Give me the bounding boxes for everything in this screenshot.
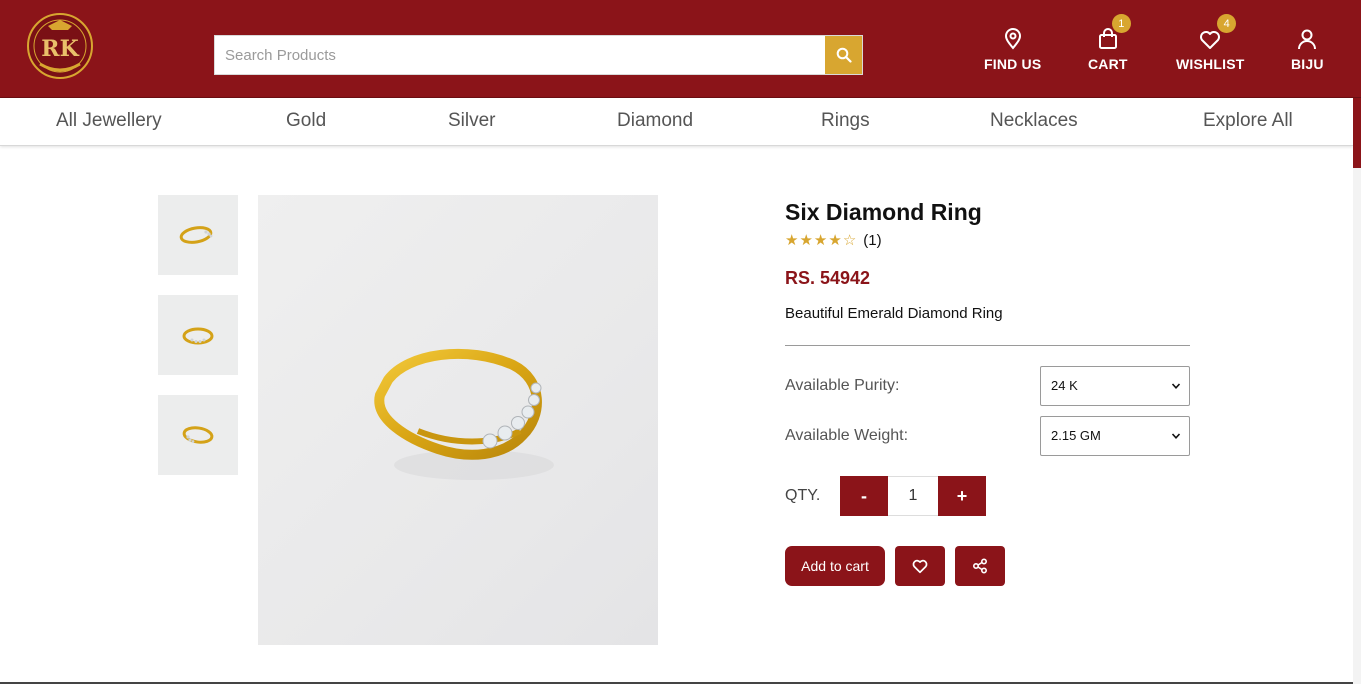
nav-item-rings[interactable]: Rings bbox=[821, 110, 870, 132]
star-filled-icon: ★ bbox=[828, 231, 842, 249]
purity-select[interactable]: 24 K bbox=[1040, 366, 1190, 406]
product-thumbnail-2[interactable] bbox=[158, 295, 238, 375]
category-nav: All Jewellery Gold Silver Diamond Rings … bbox=[0, 98, 1353, 146]
search-bar bbox=[214, 35, 863, 75]
wishlist-count-badge: 4 bbox=[1217, 14, 1237, 33]
product-description: Beautiful Emerald Diamond Ring bbox=[785, 305, 1003, 322]
location-pin-icon bbox=[1004, 28, 1021, 50]
search-icon bbox=[836, 47, 852, 63]
scrollbar-thumb[interactable] bbox=[1353, 98, 1361, 168]
site-header: RK FIND US 1 CART bbox=[0, 0, 1361, 98]
add-to-wishlist-button[interactable] bbox=[895, 546, 945, 586]
weight-selected-value: 2.15 GM bbox=[1051, 428, 1101, 443]
account-label: BIJU bbox=[1291, 56, 1324, 72]
star-filled-icon: ★ bbox=[785, 231, 799, 249]
chevron-down-icon bbox=[1171, 433, 1181, 439]
rating-count: (1) bbox=[863, 232, 882, 249]
heart-icon bbox=[912, 559, 928, 573]
cart-label: CART bbox=[1088, 56, 1128, 72]
product-rating: ★ ★ ★ ★ ☆ (1) bbox=[785, 231, 882, 250]
wishlist-label: WISHLIST bbox=[1176, 56, 1245, 72]
ring-thumbnail-image bbox=[182, 327, 214, 345]
search-input[interactable] bbox=[215, 36, 827, 74]
nav-item-necklaces[interactable]: Necklaces bbox=[990, 110, 1078, 132]
ring-thumbnail-image bbox=[179, 226, 213, 244]
user-icon bbox=[1298, 29, 1317, 50]
nav-item-silver[interactable]: Silver bbox=[448, 110, 496, 132]
ring-main-image bbox=[374, 348, 554, 480]
nav-item-explore-all[interactable]: Explore All bbox=[1203, 110, 1293, 132]
quantity-decrement-button[interactable]: - bbox=[840, 476, 888, 516]
scrollbar-track[interactable] bbox=[1353, 98, 1361, 684]
weight-select[interactable]: 2.15 GM bbox=[1040, 416, 1190, 456]
cart-count-badge: 1 bbox=[1111, 14, 1131, 33]
purity-selected-value: 24 K bbox=[1051, 378, 1078, 393]
find-us-label: FIND US bbox=[984, 56, 1042, 72]
star-empty-icon: ☆ bbox=[842, 231, 857, 249]
quantity-label: QTY. bbox=[785, 487, 821, 504]
brand-logo[interactable]: RK bbox=[26, 12, 94, 80]
account-button[interactable]: BIJU bbox=[1291, 24, 1324, 72]
cart-button[interactable]: 1 CART bbox=[1088, 14, 1131, 72]
add-to-cart-button[interactable]: Add to cart bbox=[785, 546, 885, 586]
nav-item-diamond[interactable]: Diamond bbox=[617, 110, 693, 132]
share-icon bbox=[972, 558, 988, 574]
star-filled-icon: ★ bbox=[813, 231, 828, 249]
search-button[interactable] bbox=[825, 36, 862, 74]
chevron-down-icon bbox=[1171, 383, 1181, 389]
shopping-bag-icon bbox=[1098, 28, 1117, 49]
star-filled-icon: ★ bbox=[799, 231, 813, 249]
quantity-increment-button[interactable]: + bbox=[938, 476, 986, 516]
product-price: RS. 54942 bbox=[785, 268, 871, 288]
wishlist-button[interactable]: 4 WISHLIST bbox=[1176, 14, 1245, 72]
logo-lettering: RK bbox=[41, 36, 79, 62]
quantity-input[interactable]: 1 bbox=[888, 476, 938, 516]
find-us-button[interactable]: FIND US bbox=[984, 24, 1041, 72]
weight-label: Available Weight: bbox=[785, 427, 909, 444]
product-thumbnail-3[interactable] bbox=[158, 395, 238, 475]
nav-item-gold[interactable]: Gold bbox=[286, 110, 326, 132]
ring-thumbnail-image bbox=[182, 426, 214, 444]
product-main-image[interactable] bbox=[258, 195, 658, 645]
product-thumbnail-1[interactable] bbox=[158, 195, 238, 275]
product-title: Six Diamond Ring bbox=[785, 199, 982, 225]
nav-item-all-jewellery[interactable]: All Jewellery bbox=[56, 110, 162, 132]
share-button[interactable] bbox=[955, 546, 1005, 586]
details-divider bbox=[785, 345, 1190, 346]
heart-icon bbox=[1200, 31, 1221, 49]
purity-label: Available Purity: bbox=[785, 377, 900, 394]
